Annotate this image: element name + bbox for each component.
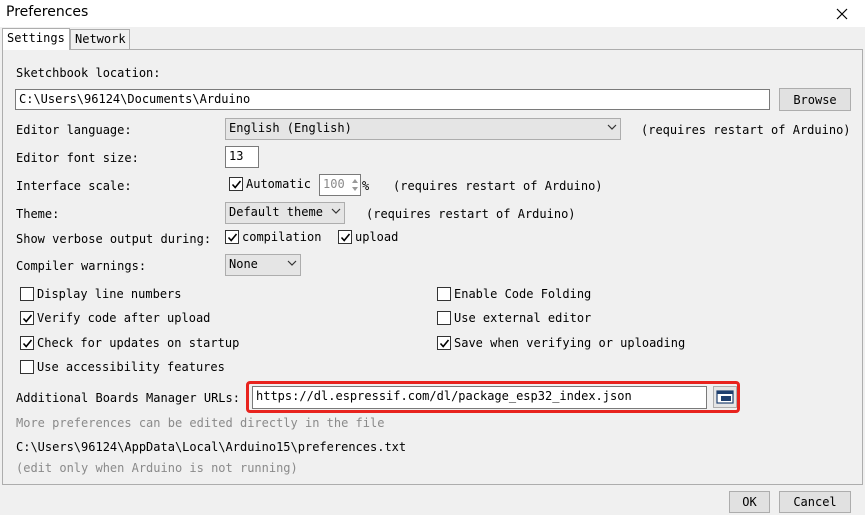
save-verifying-checkbox[interactable]: Save when verifying or uploading [437,336,685,350]
editor-font-size-input[interactable]: 13 [225,146,259,168]
verbose-upload-checkbox[interactable]: upload [338,230,398,244]
annotation-highlight [246,381,740,413]
sketchbook-location-input[interactable]: C:\Users\96124\Documents\Arduino [15,89,770,110]
title-bar: Preferences [0,0,865,27]
editor-language-note: (requires restart of Arduino) [641,123,851,137]
compiler-warnings-label: Compiler warnings: [16,259,147,273]
tab-settings[interactable]: Settings [2,28,70,50]
verbose-output-label: Show verbose output during: [16,232,212,246]
editor-language-label: Editor language: [16,123,132,137]
window-title: Preferences [6,4,89,20]
compiler-warnings-select[interactable]: None [225,254,301,276]
tab-network[interactable]: Network [70,29,130,50]
check-icon [439,339,450,348]
settings-panel: Sketchbook location: C:\Users\96124\Docu… [2,49,863,485]
checkbox-box [225,230,239,244]
sketchbook-label: Sketchbook location: [16,66,161,80]
theme-select[interactable]: Default theme [225,202,345,224]
checkbox-box [229,177,243,191]
check-icon [227,233,238,242]
boards-urls-label: Additional Boards Manager URLs: [16,391,240,405]
browse-button[interactable]: Browse [779,88,851,111]
editor-language-select[interactable]: English (English) [225,118,621,140]
check-icon [231,180,242,189]
checkbox-box [338,230,352,244]
interface-scale-unit: % [362,179,370,193]
checkbox-box [20,360,34,374]
theme-note: (requires restart of Arduino) [366,207,576,221]
check-icon [22,339,33,348]
checkbox-box [437,287,451,301]
check-updates-checkbox[interactable]: Check for updates on startup [20,336,239,350]
automatic-checkbox[interactable]: Automatic [229,177,311,191]
chevron-down-icon [607,124,617,130]
checkbox-box [20,287,34,301]
editor-font-size-label: Editor font size: [16,151,139,165]
display-line-numbers-checkbox[interactable]: Display line numbers [20,287,182,301]
checkbox-box [437,311,451,325]
verbose-compilation-checkbox[interactable]: compilation [225,230,321,244]
more-prefs-note: More preferences can be edited directly … [16,416,385,430]
interface-scale-note: (requires restart of Arduino) [393,179,603,193]
checkbox-box [20,336,34,350]
check-icon [22,314,33,323]
external-editor-checkbox[interactable]: Use external editor [437,311,591,325]
interface-scale-label: Interface scale: [16,179,132,193]
verify-code-checkbox[interactable]: Verify code after upload [20,311,210,325]
chevron-down-icon [287,260,297,266]
accessibility-checkbox[interactable]: Use accessibility features [20,360,225,374]
ok-button[interactable]: OK [729,491,770,513]
edit-only-note: (edit only when Arduino is not running) [16,461,298,475]
code-folding-checkbox[interactable]: Enable Code Folding [437,287,591,301]
close-icon [836,8,848,19]
checkbox-box [20,311,34,325]
preferences-file-path: C:\Users\96124\AppData\Local\Arduino15\p… [16,440,407,454]
check-icon [340,233,351,242]
cancel-button[interactable]: Cancel [779,491,851,513]
checkbox-box [437,336,451,350]
theme-label: Theme: [16,207,60,221]
chevron-down-icon [331,208,341,214]
close-button[interactable] [819,0,865,27]
spinner-arrows-icon[interactable] [351,176,359,194]
